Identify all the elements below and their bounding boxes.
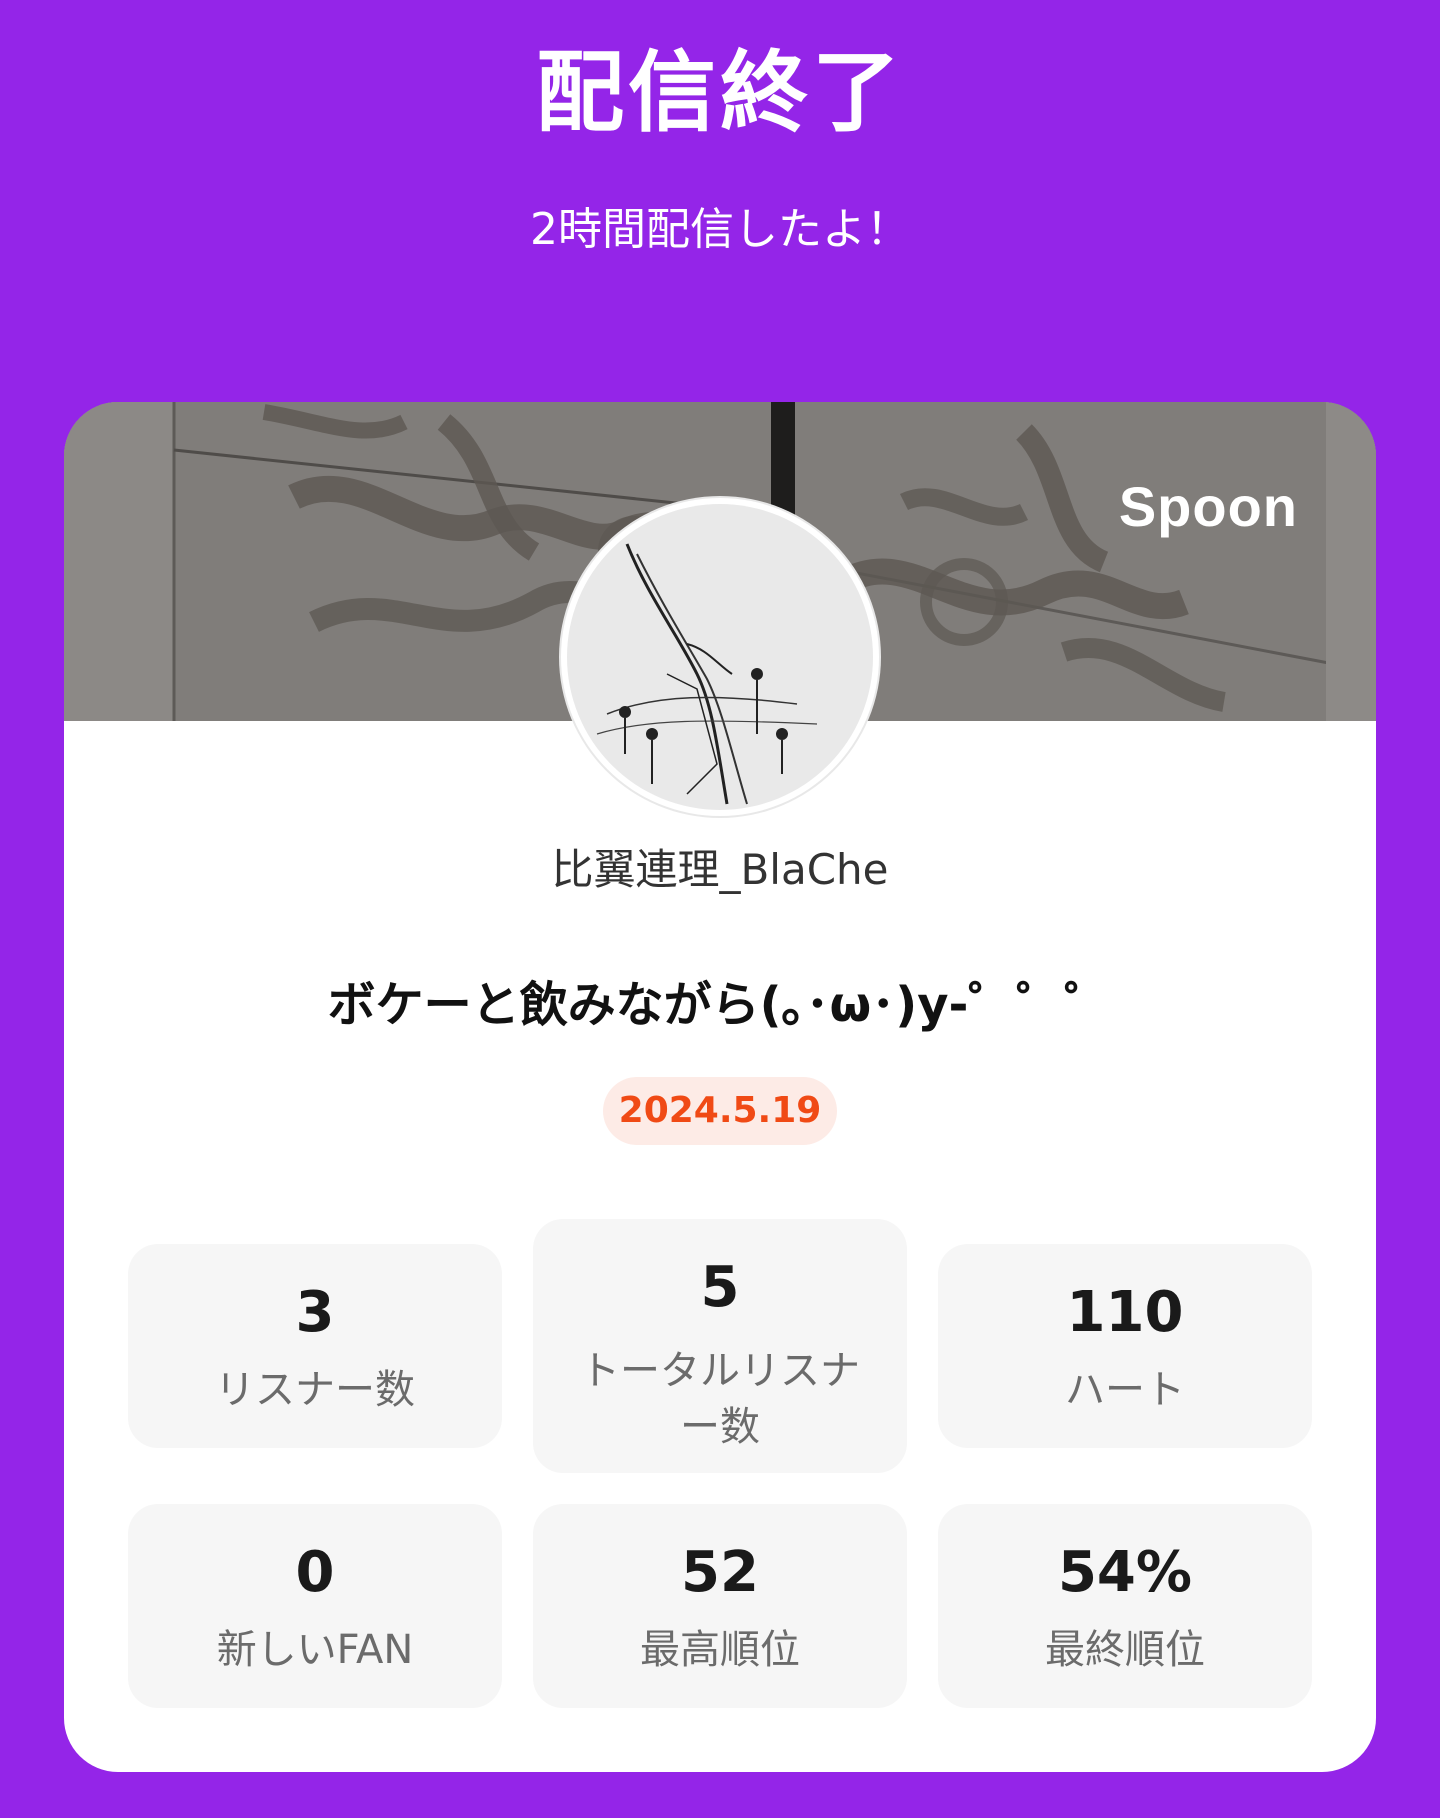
stat-value: 0 [295, 1540, 335, 1605]
stat-new-fans: 0 新しいFAN [128, 1504, 502, 1708]
stat-value: 3 [295, 1280, 335, 1345]
stat-final-rank: 54% 最終順位 [938, 1504, 1312, 1708]
stat-label: 最高順位 [640, 1627, 800, 1673]
stat-total-listeners: 5 トータルリスナー数 [533, 1219, 907, 1473]
avatar-artwork-icon [567, 504, 873, 810]
page-title: 配信終了 [535, 41, 904, 144]
stat-highest-rank: 52 最高順位 [533, 1504, 907, 1708]
avatar[interactable] [561, 498, 879, 816]
stat-label: 最終順位 [1045, 1627, 1205, 1673]
stat-value: 54% [1057, 1540, 1193, 1605]
stat-hearts: 110 ハート [938, 1244, 1312, 1448]
stat-label: リスナー数 [215, 1367, 415, 1413]
username: 比翼連理_BlaChe [551, 845, 889, 894]
stat-listeners: 3 リスナー数 [128, 1244, 502, 1448]
stat-label: 新しいFAN [216, 1627, 414, 1673]
stat-label: トータルリスナー数 [580, 1348, 860, 1450]
spoon-logo: Spoon [1118, 475, 1298, 538]
summary-card: Spoon 比翼連理_BlaChe ボケーと飲みながら(｡･ω･)y-゜゜゜ 2… [64, 402, 1376, 1772]
live-title: ボケーと飲みながら(｡･ω･)y-゜゜゜ [327, 977, 1113, 1033]
page-subtitle: 2時間配信したよ！ [530, 204, 910, 255]
stat-value: 52 [681, 1540, 759, 1605]
stat-value: 110 [1066, 1280, 1184, 1345]
stat-value: 5 [700, 1255, 740, 1320]
stat-label: ハート [1065, 1367, 1185, 1413]
date-badge: 2024.5.19 [603, 1077, 837, 1145]
